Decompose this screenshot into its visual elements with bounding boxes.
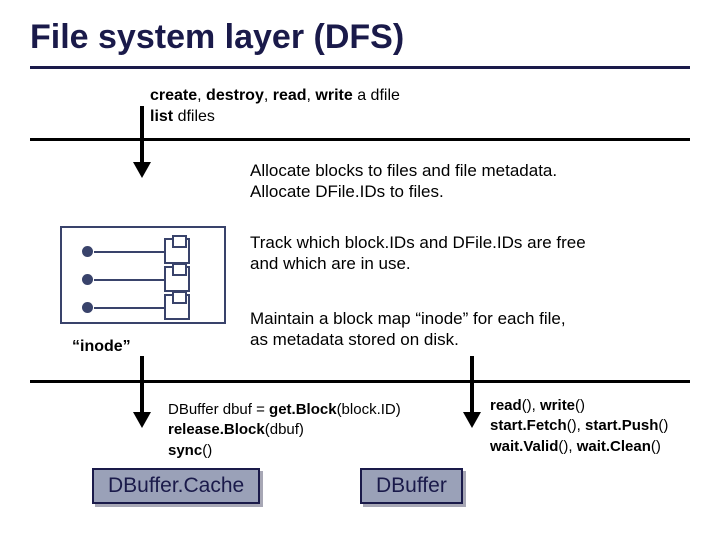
body-p3-l2: as metadata stored on disk. [250,329,680,350]
ops-line2-suffix: dfiles [173,108,215,125]
body-paragraph-2: Track which block.IDs and DFile.IDs are … [250,232,680,275]
op-write: write [315,87,352,104]
api-sync: sync [168,442,202,459]
inode-link [94,279,164,281]
api-right-l1: read(), write() [490,396,668,416]
api-startpush: start.Push [585,417,658,434]
body-p2-l2: and which are in use. [250,253,680,274]
body-p1-l2: Allocate DFile.IDs to files. [250,181,680,202]
op-list: list [150,108,173,125]
inode-block-inner-icon [172,291,187,304]
api-l1-pre: DBuffer dbuf = [168,401,269,418]
api-left-l2: release.Block(dbuf) [168,420,401,440]
ops-line1-suffix: a dfile [353,87,400,104]
api-right-l3: wait.Valid(), wait.Clean() [490,437,668,457]
body-paragraph-3: Maintain a block map “inode” for each fi… [250,308,680,351]
inode-dot [82,246,93,257]
slide-title: File system layer (DFS) [30,18,404,57]
arrow-bottom-left-head [133,412,151,428]
api-right-l2: start.Fetch(), start.Push() [490,416,668,436]
api-l3-post: () [202,442,212,459]
arrow-top-stem [140,106,144,162]
arrow-top-head [133,162,151,178]
api-getblock: get.Block [269,401,337,418]
api-read: read [490,397,522,414]
api-waitclean: wait.Clean [577,438,651,455]
inode-label: “inode” [72,338,131,356]
inode-dot [82,274,93,285]
body-paragraph-1: Allocate blocks to files and file metada… [250,160,680,203]
dbuffer-cache-badge: DBuffer.Cache [92,468,260,504]
inode-link [94,307,164,309]
divider-bottom [30,380,690,383]
api-l2-post: (dbuf) [265,421,304,438]
body-p2-l1: Track which block.IDs and DFile.IDs are … [250,232,680,253]
arrow-bottom-right-head [463,412,481,428]
api-left-l3: sync() [168,441,401,461]
body-p3-l1: Maintain a block map “inode” for each fi… [250,308,680,329]
inode-block-inner-icon [172,235,187,248]
divider-top [30,138,690,141]
api-left-l1: DBuffer dbuf = get.Block(block.ID) [168,400,401,420]
dbuffer-badge: DBuffer [360,468,463,504]
api-write: write [540,397,575,414]
api-l1-post: (block.ID) [337,401,401,418]
op-create: create [150,87,197,104]
inode-link [94,251,164,253]
inode-dot [82,302,93,313]
body-p1-l1: Allocate blocks to files and file metada… [250,160,680,181]
api-startfetch: start.Fetch [490,417,567,434]
title-underline [30,66,690,69]
api-right-block: read(), write() start.Fetch(), start.Pus… [490,396,668,457]
op-read: read [273,87,307,104]
arrow-bottom-left-stem [140,356,144,412]
api-left-block: DBuffer dbuf = get.Block(block.ID) relea… [168,400,401,461]
inode-block-inner-icon [172,263,187,276]
sep: , [264,87,273,104]
ops-line-2: list dfiles [150,107,400,128]
arrow-bottom-right-stem [470,356,474,412]
op-destroy: destroy [206,87,264,104]
sep: , [197,87,206,104]
ops-line-1: create, destroy, read, write a dfile [150,86,400,107]
api-waitvalid: wait.Valid [490,438,558,455]
api-releaseblock: release.Block [168,421,265,438]
operations-list: create, destroy, read, write a dfile lis… [150,86,400,128]
